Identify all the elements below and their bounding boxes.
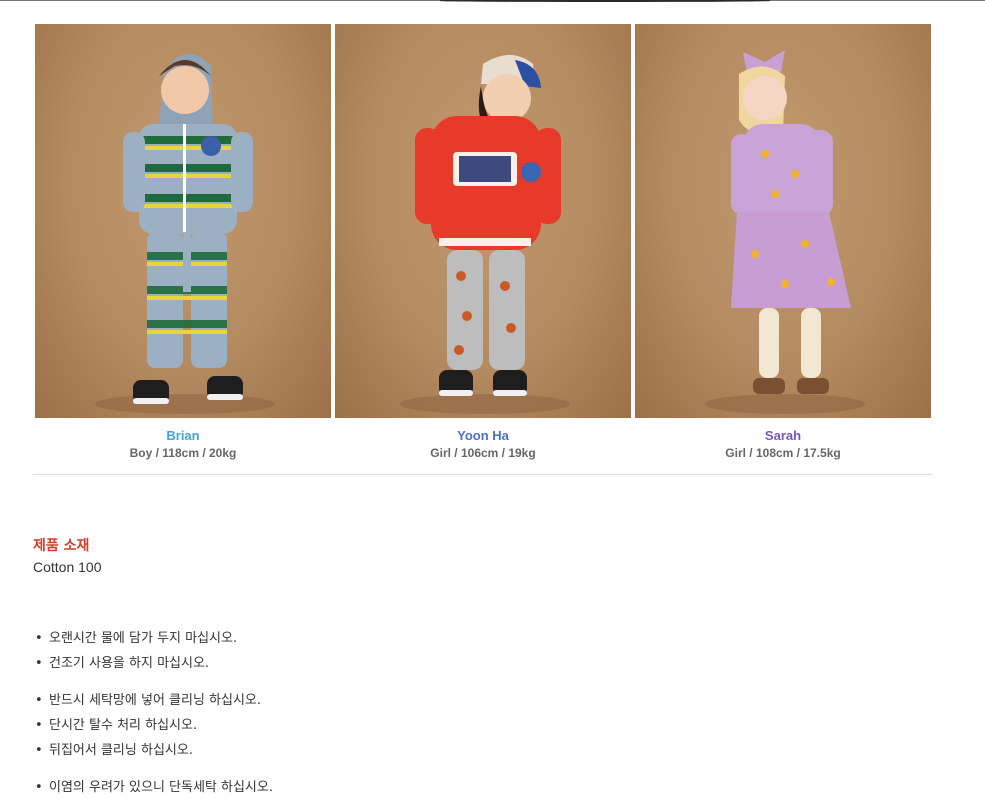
- care-item: • 뒤집어서 클리닝 하십시오.: [33, 738, 633, 763]
- care-text: 반드시 세탁망에 넣어 클리닝 하십시오.: [49, 693, 262, 708]
- model-card: Brian Boy / 118cm / 20kg: [35, 24, 331, 461]
- model-name: Yoon Ha: [457, 428, 509, 443]
- material-title: 제품 소재: [33, 538, 90, 554]
- bullet-icon: •: [35, 693, 43, 708]
- model-photo-sarah: [635, 24, 931, 418]
- model-photo-yoon-ha: [335, 24, 631, 418]
- care-item: • 건조기 사용을 하지 마십시오.: [33, 651, 633, 676]
- model-card: Sarah Girl / 108cm / 17.5kg: [635, 24, 931, 461]
- care-group: • 반드시 세탁망에 넣어 클리닝 하십시오. • 단시간 탈수 처리 하십시오. …: [33, 688, 633, 763]
- care-group: • 이염의 우려가 있으니 단독세탁 하십시오.: [33, 775, 633, 800]
- bullet-icon: •: [35, 656, 43, 671]
- model-spec: Girl / 106cm / 19kg: [430, 446, 536, 460]
- model-name: Brian: [166, 428, 200, 443]
- model-gallery: Brian Boy / 118cm / 20kg Yoon Ha Girl / …: [35, 24, 931, 461]
- care-text: 뒤집어서 클리닝 하십시오.: [49, 743, 193, 758]
- bullet-icon: •: [35, 743, 43, 758]
- model-spec: Girl / 108cm / 17.5kg: [725, 446, 841, 460]
- bullet-icon: •: [35, 780, 43, 795]
- care-item: • 단시간 탈수 처리 하십시오.: [33, 713, 633, 738]
- model-photo-brian: [35, 24, 331, 418]
- care-item: • 이염의 우려가 있으니 단독세탁 하십시오.: [33, 775, 633, 800]
- care-text: 이염의 우려가 있으니 단독세탁 하십시오.: [49, 780, 273, 795]
- model-name: Sarah: [764, 428, 802, 443]
- bullet-icon: •: [35, 718, 43, 733]
- care-instructions: • 오랜시간 물에 담가 두지 마십시오. • 건조기 사용을 하지 마십시오. •…: [33, 626, 633, 812]
- care-text: 단시간 탈수 처리 하십시오.: [49, 718, 198, 733]
- bullet-icon: •: [35, 631, 43, 646]
- top-shadow: [440, 0, 770, 2]
- section-divider: [33, 474, 933, 475]
- model-spec: Boy / 118cm / 20kg: [129, 446, 237, 460]
- care-group: • 오랜시간 물에 담가 두지 마십시오. • 건조기 사용을 하지 마십시오.: [33, 626, 633, 676]
- material-value: Cotton 100: [33, 559, 102, 575]
- care-item: • 오랜시간 물에 담가 두지 마십시오.: [33, 626, 633, 651]
- care-text: 오랜시간 물에 담가 두지 마십시오.: [49, 631, 238, 646]
- care-text: 건조기 사용을 하지 마십시오.: [49, 656, 210, 671]
- care-item: • 반드시 세탁망에 넣어 클리닝 하십시오.: [33, 688, 633, 713]
- model-card: Yoon Ha Girl / 106cm / 19kg: [335, 24, 631, 461]
